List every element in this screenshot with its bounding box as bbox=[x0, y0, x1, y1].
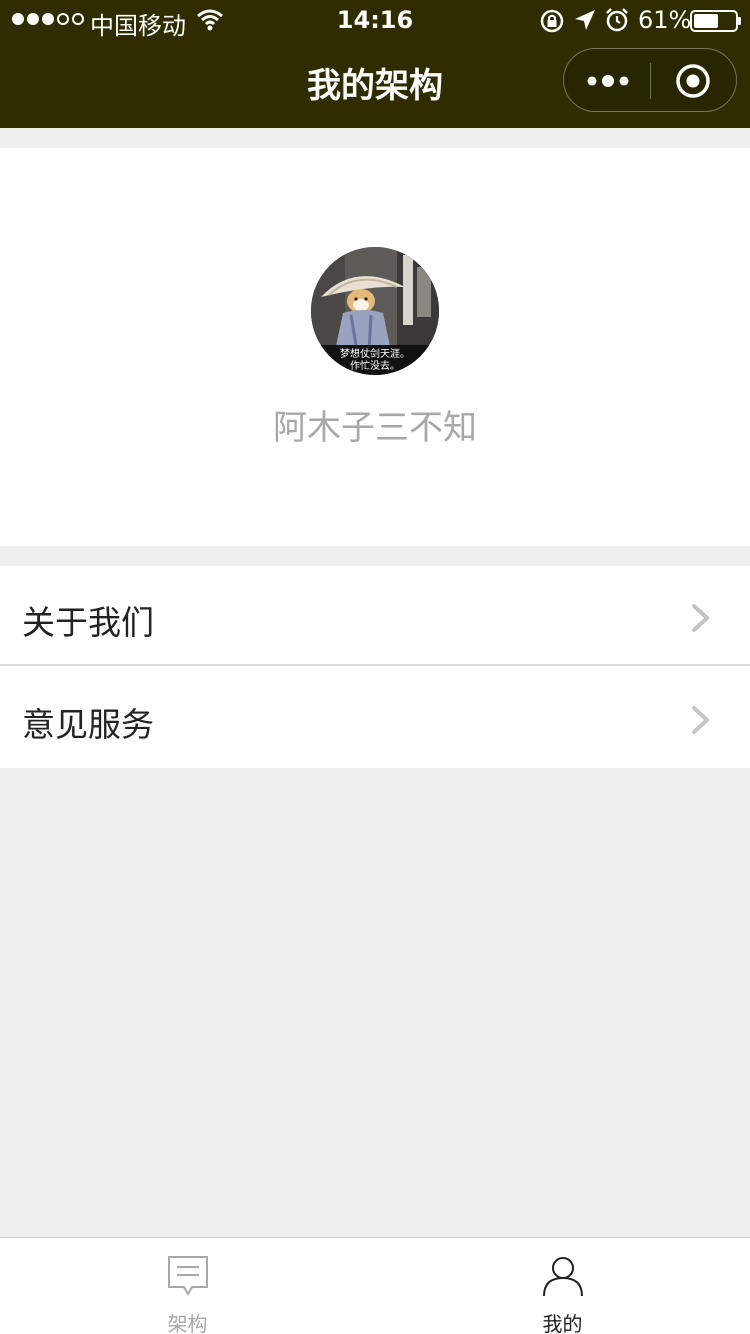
user-icon bbox=[543, 1257, 583, 1297]
menu-item-about-us[interactable]: 关于我们 bbox=[0, 566, 750, 666]
location-arrow-icon bbox=[575, 10, 595, 30]
tab-architecture[interactable]: 架构 bbox=[0, 1238, 375, 1334]
tab-mine[interactable]: 我的 bbox=[375, 1238, 750, 1334]
rotation-lock-icon bbox=[540, 9, 564, 33]
chevron-right-icon bbox=[692, 706, 709, 734]
avatar-caption-line: 作忙没去。 bbox=[350, 361, 400, 372]
user-nickname: 阿木子三不知 bbox=[273, 408, 477, 448]
status-bar: 中国移动 14:16 61% bbox=[0, 0, 750, 40]
close-target-icon[interactable] bbox=[675, 63, 711, 99]
chevron-right-icon bbox=[692, 604, 709, 632]
menu-item-label: 意见服务 bbox=[22, 705, 154, 744]
header: 中国移动 14:16 61% 我的架构 bbox=[0, 0, 750, 128]
more-dots-icon[interactable] bbox=[586, 67, 630, 95]
capsule-divider bbox=[650, 63, 651, 99]
avatar-caption: 梦想仗剑天涯。 作忙没去。 bbox=[311, 349, 439, 373]
tab-label: 架构 bbox=[167, 1312, 208, 1334]
message-icon bbox=[168, 1256, 208, 1295]
battery-icon bbox=[690, 10, 741, 32]
settings-menu: 关于我们 意见服务 bbox=[0, 566, 750, 768]
tab-bar: 架构 我的 bbox=[0, 1237, 750, 1334]
menu-item-feedback[interactable]: 意见服务 bbox=[0, 668, 750, 768]
tab-label: 我的 bbox=[542, 1312, 583, 1334]
menu-item-label: 关于我们 bbox=[22, 603, 154, 642]
avatar-caption-line: 梦想仗剑天涯。 bbox=[340, 349, 410, 360]
battery-percentage: 61% bbox=[638, 6, 692, 34]
alarm-clock-icon bbox=[606, 8, 628, 32]
avatar[interactable]: 梦想仗剑天涯。 作忙没去。 bbox=[311, 247, 439, 375]
mini-program-capsule bbox=[563, 48, 737, 112]
profile-card: 梦想仗剑天涯。 作忙没去。 阿木子三不知 bbox=[0, 148, 750, 546]
